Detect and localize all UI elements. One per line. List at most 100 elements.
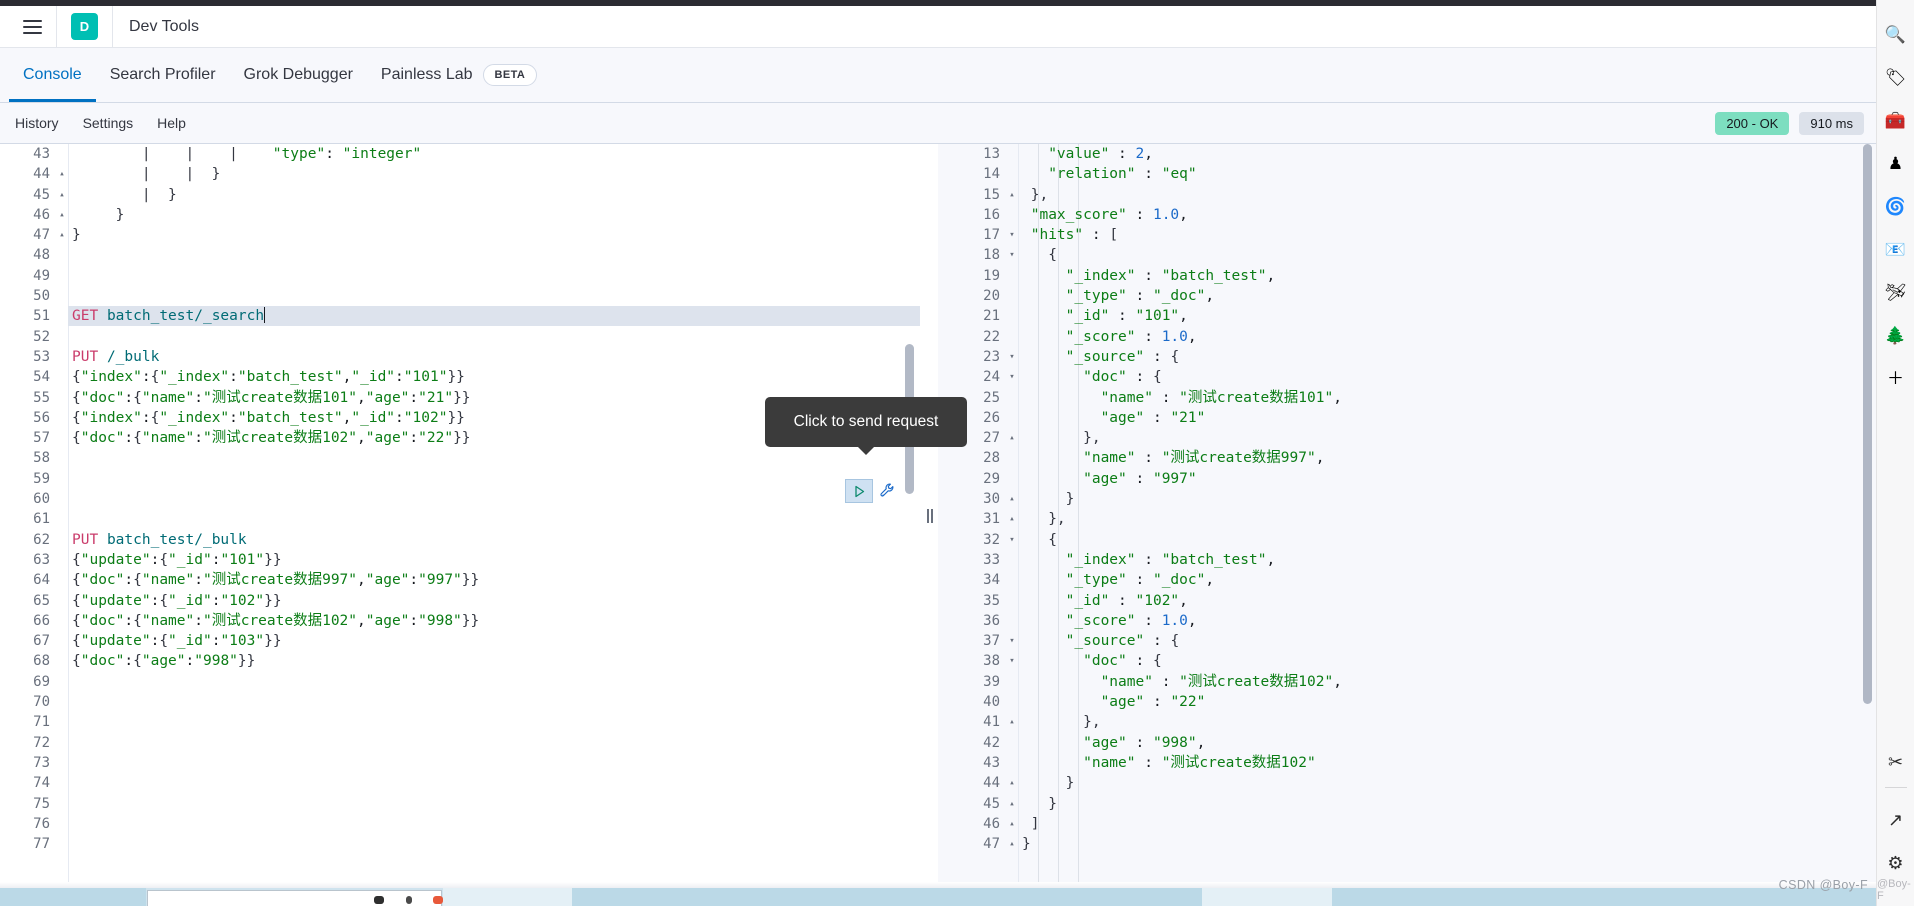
outlook-icon[interactable]: 📧 [1881,234,1911,264]
line-number[interactable]: 37 [938,631,1006,651]
fold-toggle-icon[interactable]: ▴ [1006,489,1018,509]
screenshot-scissors-icon[interactable]: ✂ [1881,747,1911,777]
line-number[interactable]: 45 [0,185,56,205]
fold-toggle-icon[interactable] [56,651,68,671]
line-number[interactable]: 77 [0,834,56,854]
line-number[interactable]: 19 [938,266,1006,286]
line-number[interactable]: 69 [0,672,56,692]
fold-toggle-icon[interactable] [1006,448,1018,468]
line-number[interactable]: 31 [938,509,1006,529]
fold-toggle-icon[interactable]: ▾ [1006,631,1018,651]
line-number[interactable]: 33 [938,550,1006,570]
line-number[interactable]: 30 [938,489,1006,509]
fold-toggle-icon[interactable] [56,469,68,489]
fold-toggle-icon[interactable] [56,692,68,712]
fold-toggle-icon[interactable] [56,834,68,854]
line-number[interactable]: 20 [938,286,1006,306]
request-editor-pane[interactable]: 43 | | | "type": "integer" 44 ▴ | | } 45 ▴ |… [0,144,920,888]
line-number[interactable]: 32 [938,530,1006,550]
line-number[interactable]: 42 [938,733,1006,753]
fold-toggle-icon[interactable] [56,794,68,814]
request-actions[interactable] [845,479,899,503]
fold-toggle-icon[interactable]: ▴ [1006,509,1018,529]
line-number[interactable]: 18 [938,245,1006,265]
line-number[interactable]: 15 [938,185,1006,205]
line-number[interactable]: 21 [938,306,1006,326]
fold-toggle-icon[interactable]: ▴ [56,205,68,225]
settings-gear-icon[interactable]: ⚙ [1881,848,1911,878]
fold-toggle-icon[interactable] [56,388,68,408]
fold-toggle-icon[interactable] [56,570,68,590]
pane-splitter[interactable] [920,144,938,888]
line-number[interactable]: 66 [0,611,56,631]
fold-toggle-icon[interactable] [56,327,68,347]
nav-settings[interactable]: Settings [83,115,134,131]
line-number[interactable]: 29 [938,469,1006,489]
line-number[interactable]: 46 [0,205,56,225]
fold-toggle-icon[interactable]: ▴ [1006,185,1018,205]
line-number[interactable]: 40 [938,692,1006,712]
fold-toggle-icon[interactable] [56,367,68,387]
line-number[interactable]: 47 [938,834,1006,854]
line-number[interactable]: 53 [0,347,56,367]
fold-toggle-icon[interactable] [1006,164,1018,184]
hamburger-menu-icon[interactable] [8,6,56,48]
fold-toggle-icon[interactable] [1006,286,1018,306]
fold-toggle-icon[interactable] [56,448,68,468]
fold-toggle-icon[interactable] [1006,692,1018,712]
line-number[interactable]: 47 [0,225,56,245]
line-number[interactable]: 36 [938,611,1006,631]
line-number[interactable]: 61 [0,509,56,529]
tab-painless-lab[interactable]: Painless Lab BETA [367,48,551,102]
line-number[interactable]: 16 [938,205,1006,225]
nav-history[interactable]: History [15,115,59,131]
games-chess-icon[interactable]: ♟ [1881,148,1911,178]
fold-toggle-icon[interactable]: ▴ [1006,428,1018,448]
fold-toggle-icon[interactable] [1006,733,1018,753]
line-number[interactable]: 13 [938,144,1006,164]
line-number[interactable]: 75 [0,794,56,814]
fold-toggle-icon[interactable] [1006,306,1018,326]
fold-toggle-icon[interactable] [56,266,68,286]
fold-toggle-icon[interactable]: ▴ [1006,814,1018,834]
fold-toggle-icon[interactable] [56,591,68,611]
line-number[interactable]: 44 [0,164,56,184]
wrench-icon[interactable] [877,480,899,502]
open-external-icon[interactable]: ↗ [1881,805,1911,835]
fold-toggle-icon[interactable] [1006,469,1018,489]
line-number[interactable]: 56 [0,408,56,428]
fold-toggle-icon[interactable] [56,286,68,306]
editor-scrollbar-track[interactable] [905,144,914,888]
fold-toggle-icon[interactable] [56,428,68,448]
line-number[interactable]: 55 [0,388,56,408]
fold-toggle-icon[interactable] [56,347,68,367]
fold-toggle-icon[interactable] [56,306,68,326]
line-number[interactable]: 44 [938,773,1006,793]
fold-toggle-icon[interactable]: ▾ [1006,367,1018,387]
fold-toggle-icon[interactable]: ▴ [1006,794,1018,814]
fold-toggle-icon[interactable] [56,712,68,732]
fold-toggle-icon[interactable]: ▾ [1006,347,1018,367]
line-number[interactable]: 17 [938,225,1006,245]
line-number[interactable]: 70 [0,692,56,712]
nav-help[interactable]: Help [157,115,186,131]
line-number[interactable]: 24 [938,367,1006,387]
line-number[interactable]: 23 [938,347,1006,367]
fold-toggle-icon[interactable]: ▾ [1006,245,1018,265]
line-number[interactable]: 38 [938,651,1006,671]
line-number[interactable]: 43 [0,144,56,164]
fold-toggle-icon[interactable] [1006,591,1018,611]
fold-toggle-icon[interactable] [1006,550,1018,570]
line-number[interactable]: 71 [0,712,56,732]
tree-icon[interactable]: 🌲 [1881,320,1911,350]
toolbox-icon[interactable]: 🧰 [1881,105,1911,135]
paper-plane-icon[interactable]: 🛩 [1881,277,1911,307]
line-number[interactable]: 73 [0,753,56,773]
line-number[interactable]: 43 [938,753,1006,773]
fold-toggle-icon[interactable] [56,144,68,164]
fold-toggle-icon[interactable] [56,408,68,428]
tab-grok-debugger[interactable]: Grok Debugger [230,48,367,102]
microsoft-365-icon[interactable]: 🌀 [1881,191,1911,221]
fold-toggle-icon[interactable] [1006,611,1018,631]
fold-toggle-icon[interactable] [1006,672,1018,692]
